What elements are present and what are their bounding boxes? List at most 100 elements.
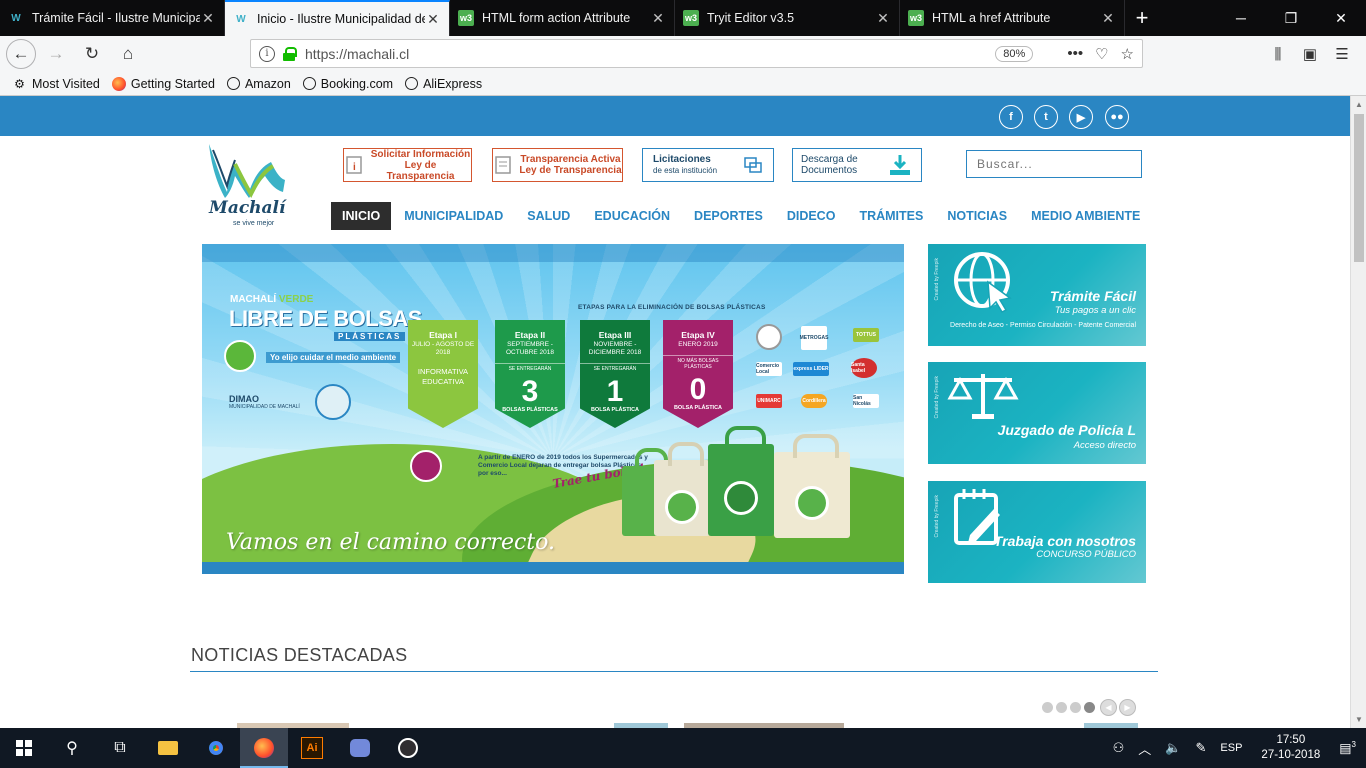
- nav-noticias[interactable]: NOTICIAS: [936, 202, 1018, 230]
- carousel-prev-icon[interactable]: ◀: [1100, 699, 1117, 716]
- carousel-dot[interactable]: [1042, 702, 1053, 713]
- sidebar-icon[interactable]: ▣: [1294, 45, 1326, 63]
- zoom-indicator[interactable]: 80%: [995, 45, 1034, 62]
- machali-logo[interactable]: Machalí se vive mejor: [205, 140, 295, 235]
- youtube-icon[interactable]: ▶: [1069, 105, 1093, 129]
- obs-icon[interactable]: [384, 728, 432, 768]
- globe-icon: [302, 77, 316, 90]
- close-tab-icon[interactable]: ✕: [1100, 10, 1116, 27]
- new-tab-button[interactable]: +: [1125, 0, 1159, 36]
- bookmark-star-icon[interactable]: ☆: [1121, 45, 1134, 63]
- card-subtitle: Acceso directo: [1073, 440, 1136, 451]
- volume-icon[interactable]: 🔈: [1165, 740, 1181, 756]
- menu-icon[interactable]: ☰: [1326, 45, 1358, 63]
- clock[interactable]: 17:50 27-10-2018: [1261, 733, 1320, 763]
- nav-deportes[interactable]: DEPORTES: [683, 202, 774, 230]
- close-tab-icon[interactable]: ✕: [425, 11, 441, 28]
- pocket-icon[interactable]: ♡: [1095, 45, 1108, 63]
- card-detail: Derecho de Aseo - Permiso Circulación - …: [950, 322, 1136, 329]
- download-icon: [890, 155, 910, 175]
- tramite-facil-card[interactable]: Created by Freepik Trámite Fácil Tus pag…: [928, 244, 1146, 346]
- illustrator-icon[interactable]: Ai: [288, 728, 336, 768]
- juzgado-policia-card[interactable]: Created by Freepik Juzgado de Policía L …: [928, 362, 1146, 464]
- language-indicator[interactable]: ESP: [1220, 742, 1242, 754]
- home-button[interactable]: ⌂: [112, 38, 144, 70]
- bookmark-getting-started[interactable]: Getting Started: [111, 76, 215, 91]
- carousel-dot[interactable]: [1056, 702, 1067, 713]
- flickr-icon[interactable]: ●●: [1105, 105, 1129, 129]
- nav-salud[interactable]: SALUD: [516, 202, 581, 230]
- chrome-icon[interactable]: [192, 728, 240, 768]
- nav-educacion[interactable]: EDUCACIÓN: [583, 202, 681, 230]
- tab-form-action[interactable]: w3 HTML form action Attribute ✕: [450, 0, 675, 36]
- bookmark-aliexpress[interactable]: AliExpress: [405, 77, 482, 91]
- hero-banner[interactable]: MACHALÍ VERDE LIBRE DE BOLSAS PLÁSTICAS …: [202, 244, 904, 574]
- info-icon[interactable]: i: [259, 45, 275, 62]
- facebook-icon[interactable]: f: [999, 105, 1023, 129]
- bookmark-amazon[interactable]: Amazon: [226, 77, 291, 91]
- solicitar-informacion-link[interactable]: i Solicitar Información Ley de Transparen…: [343, 148, 472, 182]
- seal-icon: [315, 384, 351, 420]
- close-window-icon[interactable]: ✕: [1316, 0, 1366, 36]
- notifications-icon[interactable]: ▤3: [1339, 740, 1356, 756]
- tab-a-href[interactable]: w3 HTML a href Attribute ✕: [900, 0, 1125, 36]
- nav-medio-ambiente[interactable]: MEDIO AMBIENTE: [1020, 202, 1151, 230]
- discord-icon[interactable]: [336, 728, 384, 768]
- nav-municipalidad[interactable]: MUNICIPALIDAD: [393, 202, 514, 230]
- library-icon[interactable]: ⫼: [1262, 46, 1294, 63]
- page-scrollbar[interactable]: ▲ ▼: [1350, 96, 1366, 728]
- tab-label: Inicio - Ilustre Municipalidad de Machal…: [257, 12, 425, 26]
- url-text[interactable]: https://machali.cl: [305, 46, 995, 62]
- descarga-documentos-link[interactable]: Descarga de Documentos: [792, 148, 922, 182]
- file-explorer-icon[interactable]: [144, 728, 192, 768]
- card-subtitle: Tus pagos a un clic: [1054, 305, 1136, 316]
- bookmark-most-visited[interactable]: ⚙ Most Visited: [12, 76, 100, 91]
- start-button[interactable]: [0, 728, 48, 768]
- scrollbar-thumb[interactable]: [1354, 114, 1364, 262]
- search-icon[interactable]: ⚲: [48, 728, 96, 768]
- firefox-icon[interactable]: [240, 728, 288, 768]
- scroll-up-icon[interactable]: ▲: [1355, 100, 1363, 109]
- carousel-dot[interactable]: [1070, 702, 1081, 713]
- forward-button[interactable]: →: [40, 38, 72, 70]
- section-divider: [190, 671, 1158, 672]
- scroll-down-icon[interactable]: ▼: [1355, 715, 1363, 724]
- bookmark-booking[interactable]: Booking.com: [302, 77, 393, 91]
- toolbar-right: ⫼ ▣ ☰: [1262, 36, 1358, 72]
- restore-icon[interactable]: ❐: [1266, 0, 1316, 36]
- gear-icon: ⚙: [14, 76, 25, 91]
- licitaciones-link[interactable]: Licitaciones de esta institución: [642, 148, 774, 182]
- lock-icon: [283, 46, 297, 61]
- address-bar[interactable]: i https://machali.cl 80% ••• ♡ ☆: [250, 39, 1143, 68]
- pen-icon[interactable]: ✎: [1196, 740, 1207, 756]
- web-page: f t ▶ ●● Machalí se vive mejor i Solicit…: [0, 96, 1350, 728]
- tab-tramite-facil[interactable]: W Trámite Fácil - Ilustre Municipalidad …: [0, 0, 225, 36]
- nav-tramites[interactable]: TRÁMITES: [848, 202, 934, 230]
- back-button[interactable]: ←: [6, 39, 36, 69]
- carousel-controls: ◀ ▶: [1042, 699, 1136, 716]
- nav-dideco[interactable]: DIDECO: [776, 202, 847, 230]
- close-tab-icon[interactable]: ✕: [650, 10, 666, 27]
- search-input[interactable]: [966, 150, 1142, 178]
- transparencia-activa-link[interactable]: Transparencia Activa Ley de Transparencia: [492, 148, 623, 182]
- tab-inicio[interactable]: W Inicio - Ilustre Municipalidad de Mach…: [225, 0, 450, 36]
- close-tab-icon[interactable]: ✕: [875, 10, 891, 27]
- tab-tryit-editor[interactable]: w3 Tryit Editor v3.5 ✕: [675, 0, 900, 36]
- window-controls: ─ ❐ ✕: [1216, 0, 1366, 36]
- store-logos: METROGAS TOTTUS Comercio Local express L…: [753, 324, 893, 416]
- task-view-icon[interactable]: ⧉: [96, 728, 144, 768]
- twitter-icon[interactable]: t: [1034, 105, 1058, 129]
- bookmark-label: AliExpress: [423, 76, 483, 91]
- people-icon[interactable]: ⚇: [1113, 740, 1125, 756]
- show-hidden-icons-icon[interactable]: ︿: [1138, 739, 1151, 758]
- store-logo: [756, 324, 782, 350]
- reload-button[interactable]: ↻: [76, 38, 108, 70]
- banner-motto: Yo elijo cuidar el medio ambiente: [266, 352, 401, 363]
- close-tab-icon[interactable]: ✕: [200, 10, 216, 27]
- page-actions-icon[interactable]: •••: [1067, 45, 1083, 62]
- trabaja-con-nosotros-card[interactable]: Created by Freepik Trabaja con nosotros …: [928, 481, 1146, 583]
- carousel-next-icon[interactable]: ▶: [1119, 699, 1136, 716]
- minimize-icon[interactable]: ─: [1216, 0, 1266, 36]
- carousel-dot-active[interactable]: [1084, 702, 1095, 713]
- nav-inicio[interactable]: INICIO: [331, 202, 392, 230]
